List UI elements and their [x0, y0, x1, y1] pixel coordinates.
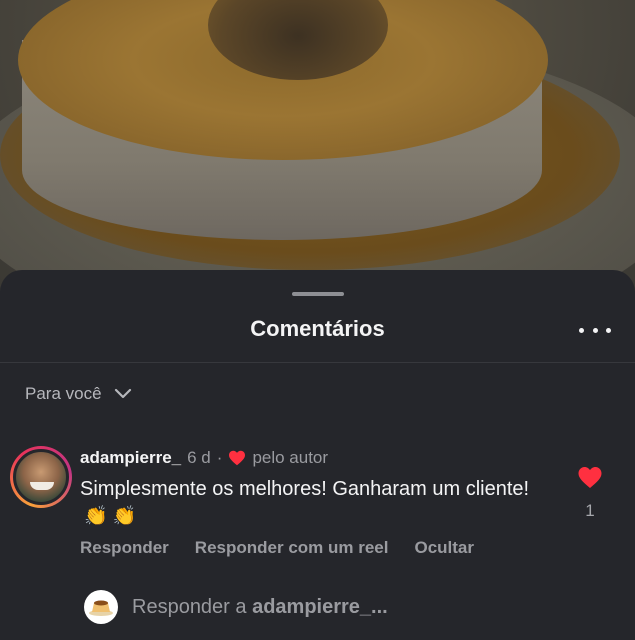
meta-separator: ·	[216, 448, 223, 467]
comments-sheet: Comentários Para você adampierre_ 6 d · …	[0, 270, 635, 640]
comment-body: Simplesmente os melhores! Ganharam um cl…	[80, 476, 540, 530]
header-divider	[0, 362, 635, 363]
reply-prefix: Responder a	[132, 595, 253, 618]
sort-label: Para você	[25, 384, 102, 403]
chevron-down-icon	[114, 388, 131, 399]
video-background	[0, 0, 635, 300]
like-count: 1	[585, 501, 595, 520]
comment-like-column: 1	[575, 466, 605, 521]
reply-placeholder: Responder a adampierre_...	[132, 596, 388, 619]
hide-button[interactable]: Ocultar	[414, 538, 474, 558]
own-avatar	[84, 590, 118, 624]
more-dot	[606, 327, 611, 333]
like-heart-icon[interactable]	[577, 466, 603, 489]
flan-hole	[208, 0, 388, 80]
reply-with-reel-button[interactable]: Responder com um reel	[195, 538, 389, 558]
avatar-story-ring[interactable]	[10, 446, 72, 508]
comment-actions: Responder Responder com um reel Ocultar	[80, 538, 474, 558]
reply-target: adampierre_...	[252, 595, 388, 618]
more-options-button[interactable]	[579, 320, 611, 340]
avatar	[13, 449, 69, 505]
flan-avatar-icon	[89, 600, 113, 616]
sheet-grabber[interactable]	[292, 292, 344, 296]
comment-username[interactable]: adampierre_	[80, 448, 181, 468]
more-horizontal-icon	[579, 327, 584, 333]
more-dot	[592, 327, 598, 333]
sort-selector[interactable]: Para você	[25, 384, 132, 404]
comment-text: Simplesmente os melhores! Ganharam um cl…	[80, 478, 530, 500]
reply-composer[interactable]: Responder a adampierre_...	[84, 590, 388, 624]
comment-meta: adampierre_ 6 d · pelo autor	[80, 448, 328, 468]
clapping-hands-emoji: 👏 👏	[84, 506, 137, 527]
sheet-title: Comentários	[250, 316, 385, 341]
liked-by-author-label: pelo autor	[252, 448, 329, 467]
comment-age: 6 d	[187, 448, 211, 467]
heart-filled-icon	[229, 450, 246, 466]
reply-button[interactable]: Responder	[80, 538, 169, 558]
